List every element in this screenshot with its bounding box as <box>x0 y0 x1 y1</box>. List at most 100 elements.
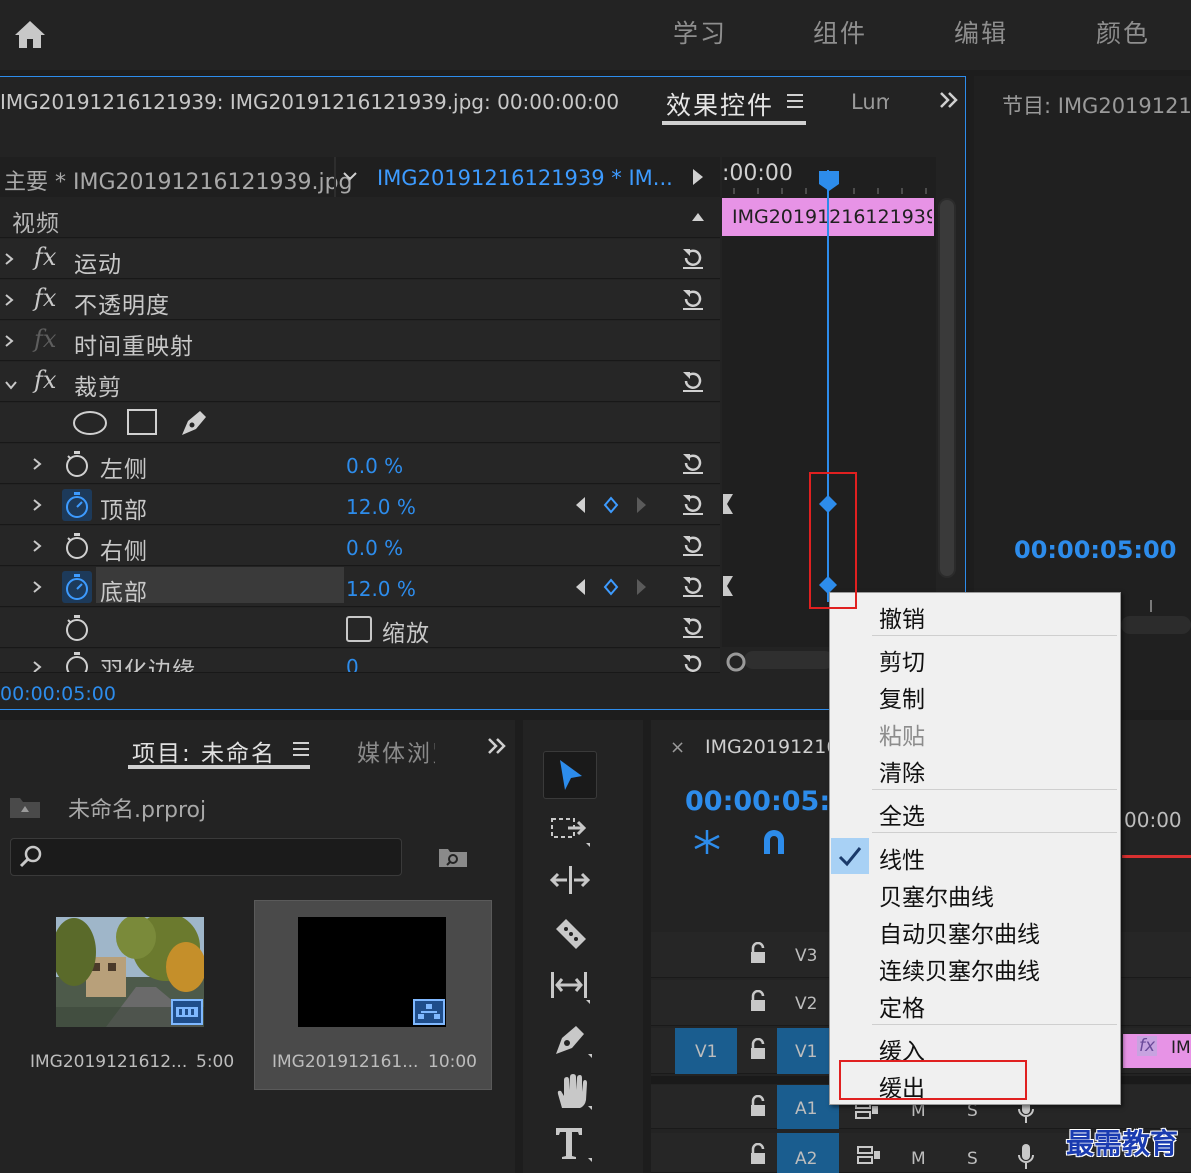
nest-icon[interactable] <box>692 828 722 856</box>
selection-arrow-icon[interactable] <box>557 758 585 798</box>
property-row-left[interactable]: 左侧 0.0 % <box>0 444 720 484</box>
menu-item-auto-bezier[interactable]: 自动贝塞尔曲线 <box>879 915 1040 949</box>
tab-media-browser[interactable]: 媒体浏览器 <box>357 734 435 768</box>
property-row-right[interactable]: 右侧 0.0 % <box>0 526 720 566</box>
panel-menu-icon[interactable] <box>786 92 806 110</box>
prev-keyframe-icon[interactable] <box>574 495 586 515</box>
collapse-up-icon[interactable] <box>690 210 706 222</box>
tab-project[interactable]: 项目: 未命名 <box>132 734 276 768</box>
slip-tool-icon[interactable] <box>548 968 592 1008</box>
chevron-right-icon[interactable] <box>32 579 42 598</box>
chevron-right-icon[interactable] <box>4 333 14 352</box>
stopwatch-active-icon[interactable] <box>62 489 92 521</box>
solo-button[interactable]: S <box>967 1149 978 1169</box>
source-master-clip[interactable]: 主要 * IMG20191216121939.jpg <box>4 164 353 196</box>
search-input[interactable] <box>10 838 402 876</box>
track-label[interactable]: A2 <box>795 1149 817 1169</box>
type-tool-icon[interactable] <box>552 1124 592 1168</box>
workspace-tab-assembly[interactable]: 组件 <box>813 14 867 50</box>
lock-icon[interactable] <box>749 1143 767 1165</box>
workspace-tab-editing[interactable]: 编辑 <box>954 14 1008 50</box>
tab-lumetri[interactable]: Lumetri <box>851 90 889 114</box>
add-keyframe-icon[interactable] <box>602 495 620 515</box>
property-value[interactable]: 12.0 % <box>346 495 416 519</box>
zoom-handle-icon[interactable] <box>726 652 746 672</box>
sync-lock-icon[interactable] <box>857 1145 881 1165</box>
property-row-bottom[interactable]: 底部 12.0 % <box>0 567 720 607</box>
mute-button[interactable]: M <box>911 1149 926 1169</box>
pen-tool-icon[interactable] <box>552 1020 592 1064</box>
snap-magnet-icon[interactable] <box>760 828 788 856</box>
microphone-icon[interactable] <box>1017 1143 1035 1171</box>
lock-icon[interactable] <box>749 1095 767 1117</box>
menu-item-clear[interactable]: 清除 <box>879 754 925 788</box>
stopwatch-icon[interactable] <box>64 651 90 672</box>
track-select-icon[interactable] <box>550 815 592 853</box>
menu-item-select-all[interactable]: 全选 <box>879 797 925 831</box>
track-label[interactable]: V2 <box>795 994 817 1014</box>
menu-item-bezier[interactable]: 贝塞尔曲线 <box>879 878 994 912</box>
tab-effect-controls[interactable]: 效果控件 <box>666 86 774 122</box>
item-name[interactable]: IMG2019121612... <box>30 1052 187 1072</box>
item-name[interactable]: IMG201912161... <box>272 1052 418 1072</box>
lock-icon[interactable] <box>749 1038 767 1060</box>
chevron-down-icon[interactable] <box>4 375 18 394</box>
stopwatch-icon[interactable] <box>64 532 90 560</box>
prev-keyframe-icon[interactable] <box>574 577 586 597</box>
chevron-right-icon[interactable] <box>32 538 42 557</box>
menu-item-cut[interactable]: 剪切 <box>879 643 925 677</box>
menu-item-linear[interactable]: 线性 <box>879 841 925 875</box>
program-scrollbar[interactable] <box>1121 616 1191 634</box>
property-value[interactable]: 0.0 % <box>346 536 403 560</box>
workspace-tab-learn[interactable]: 学习 <box>673 14 727 50</box>
timeline-timecode[interactable]: 00:00:05:00 <box>685 786 831 817</box>
effect-row-motion[interactable]: fx 运动 <box>0 239 720 279</box>
ripple-edit-icon[interactable] <box>549 864 592 902</box>
zoom-scrollbar[interactable] <box>744 651 834 669</box>
effect-row-crop[interactable]: fx 裁剪 <box>0 362 720 402</box>
effect-row-time-remap[interactable]: fx 时间重映射 <box>0 321 720 361</box>
pen-mask-icon[interactable] <box>178 405 212 439</box>
chevron-down-icon[interactable] <box>342 170 358 182</box>
zoom-checkbox[interactable] <box>346 616 372 642</box>
effect-row-opacity[interactable]: fx 不透明度 <box>0 280 720 320</box>
chevron-right-icon[interactable] <box>32 659 42 672</box>
workspace-tab-color[interactable]: 颜色 <box>1096 14 1150 50</box>
rectangle-mask-icon[interactable] <box>126 407 160 437</box>
reset-icon[interactable] <box>680 614 706 644</box>
play-triangle-icon[interactable] <box>692 168 704 186</box>
next-keyframe-icon[interactable] <box>636 495 648 515</box>
more-panels-icon[interactable] <box>938 90 960 110</box>
chevron-right-icon[interactable] <box>4 292 14 311</box>
reset-icon[interactable] <box>680 573 706 603</box>
stopwatch-icon[interactable] <box>64 450 90 478</box>
menu-item-hold[interactable]: 定格 <box>879 989 925 1023</box>
effect-controls-timecode[interactable]: 00:00:05:00 <box>0 683 116 705</box>
property-value[interactable]: 0 <box>346 655 359 672</box>
panel-menu-icon[interactable] <box>292 740 312 758</box>
close-sequence-button[interactable]: × <box>670 737 685 758</box>
reset-icon[interactable] <box>680 532 706 562</box>
track-label[interactable]: V1 <box>795 1042 817 1062</box>
lock-icon[interactable] <box>749 942 767 964</box>
more-panels-icon[interactable] <box>486 736 508 756</box>
property-row-feather[interactable]: 羽化边缘 0 <box>0 649 720 673</box>
home-icon[interactable] <box>12 16 48 52</box>
property-value[interactable]: 0.0 % <box>346 454 403 478</box>
source-sequence-clip[interactable]: IMG20191216121939 * IM... <box>377 166 673 190</box>
reset-icon[interactable] <box>680 491 706 521</box>
menu-item-undo[interactable]: 撤销 <box>879 600 925 634</box>
stopwatch-active-icon[interactable] <box>62 571 92 603</box>
property-row-top[interactable]: 顶部 12.0 % <box>0 485 720 525</box>
reset-icon[interactable] <box>680 245 706 275</box>
folder-up-icon[interactable] <box>8 794 42 820</box>
lock-icon[interactable] <box>749 990 767 1012</box>
playhead-icon[interactable] <box>818 170 840 192</box>
reset-icon[interactable] <box>680 651 706 672</box>
reset-icon[interactable] <box>680 368 706 398</box>
scrollbar-thumb[interactable] <box>940 200 954 576</box>
menu-item-continuous-bezier[interactable]: 连续贝塞尔曲线 <box>879 952 1040 986</box>
program-monitor-title[interactable]: 节目: IMG20191216121939 <box>1002 90 1191 120</box>
razor-icon[interactable] <box>552 915 592 959</box>
property-value[interactable]: 12.0 % <box>346 577 416 601</box>
